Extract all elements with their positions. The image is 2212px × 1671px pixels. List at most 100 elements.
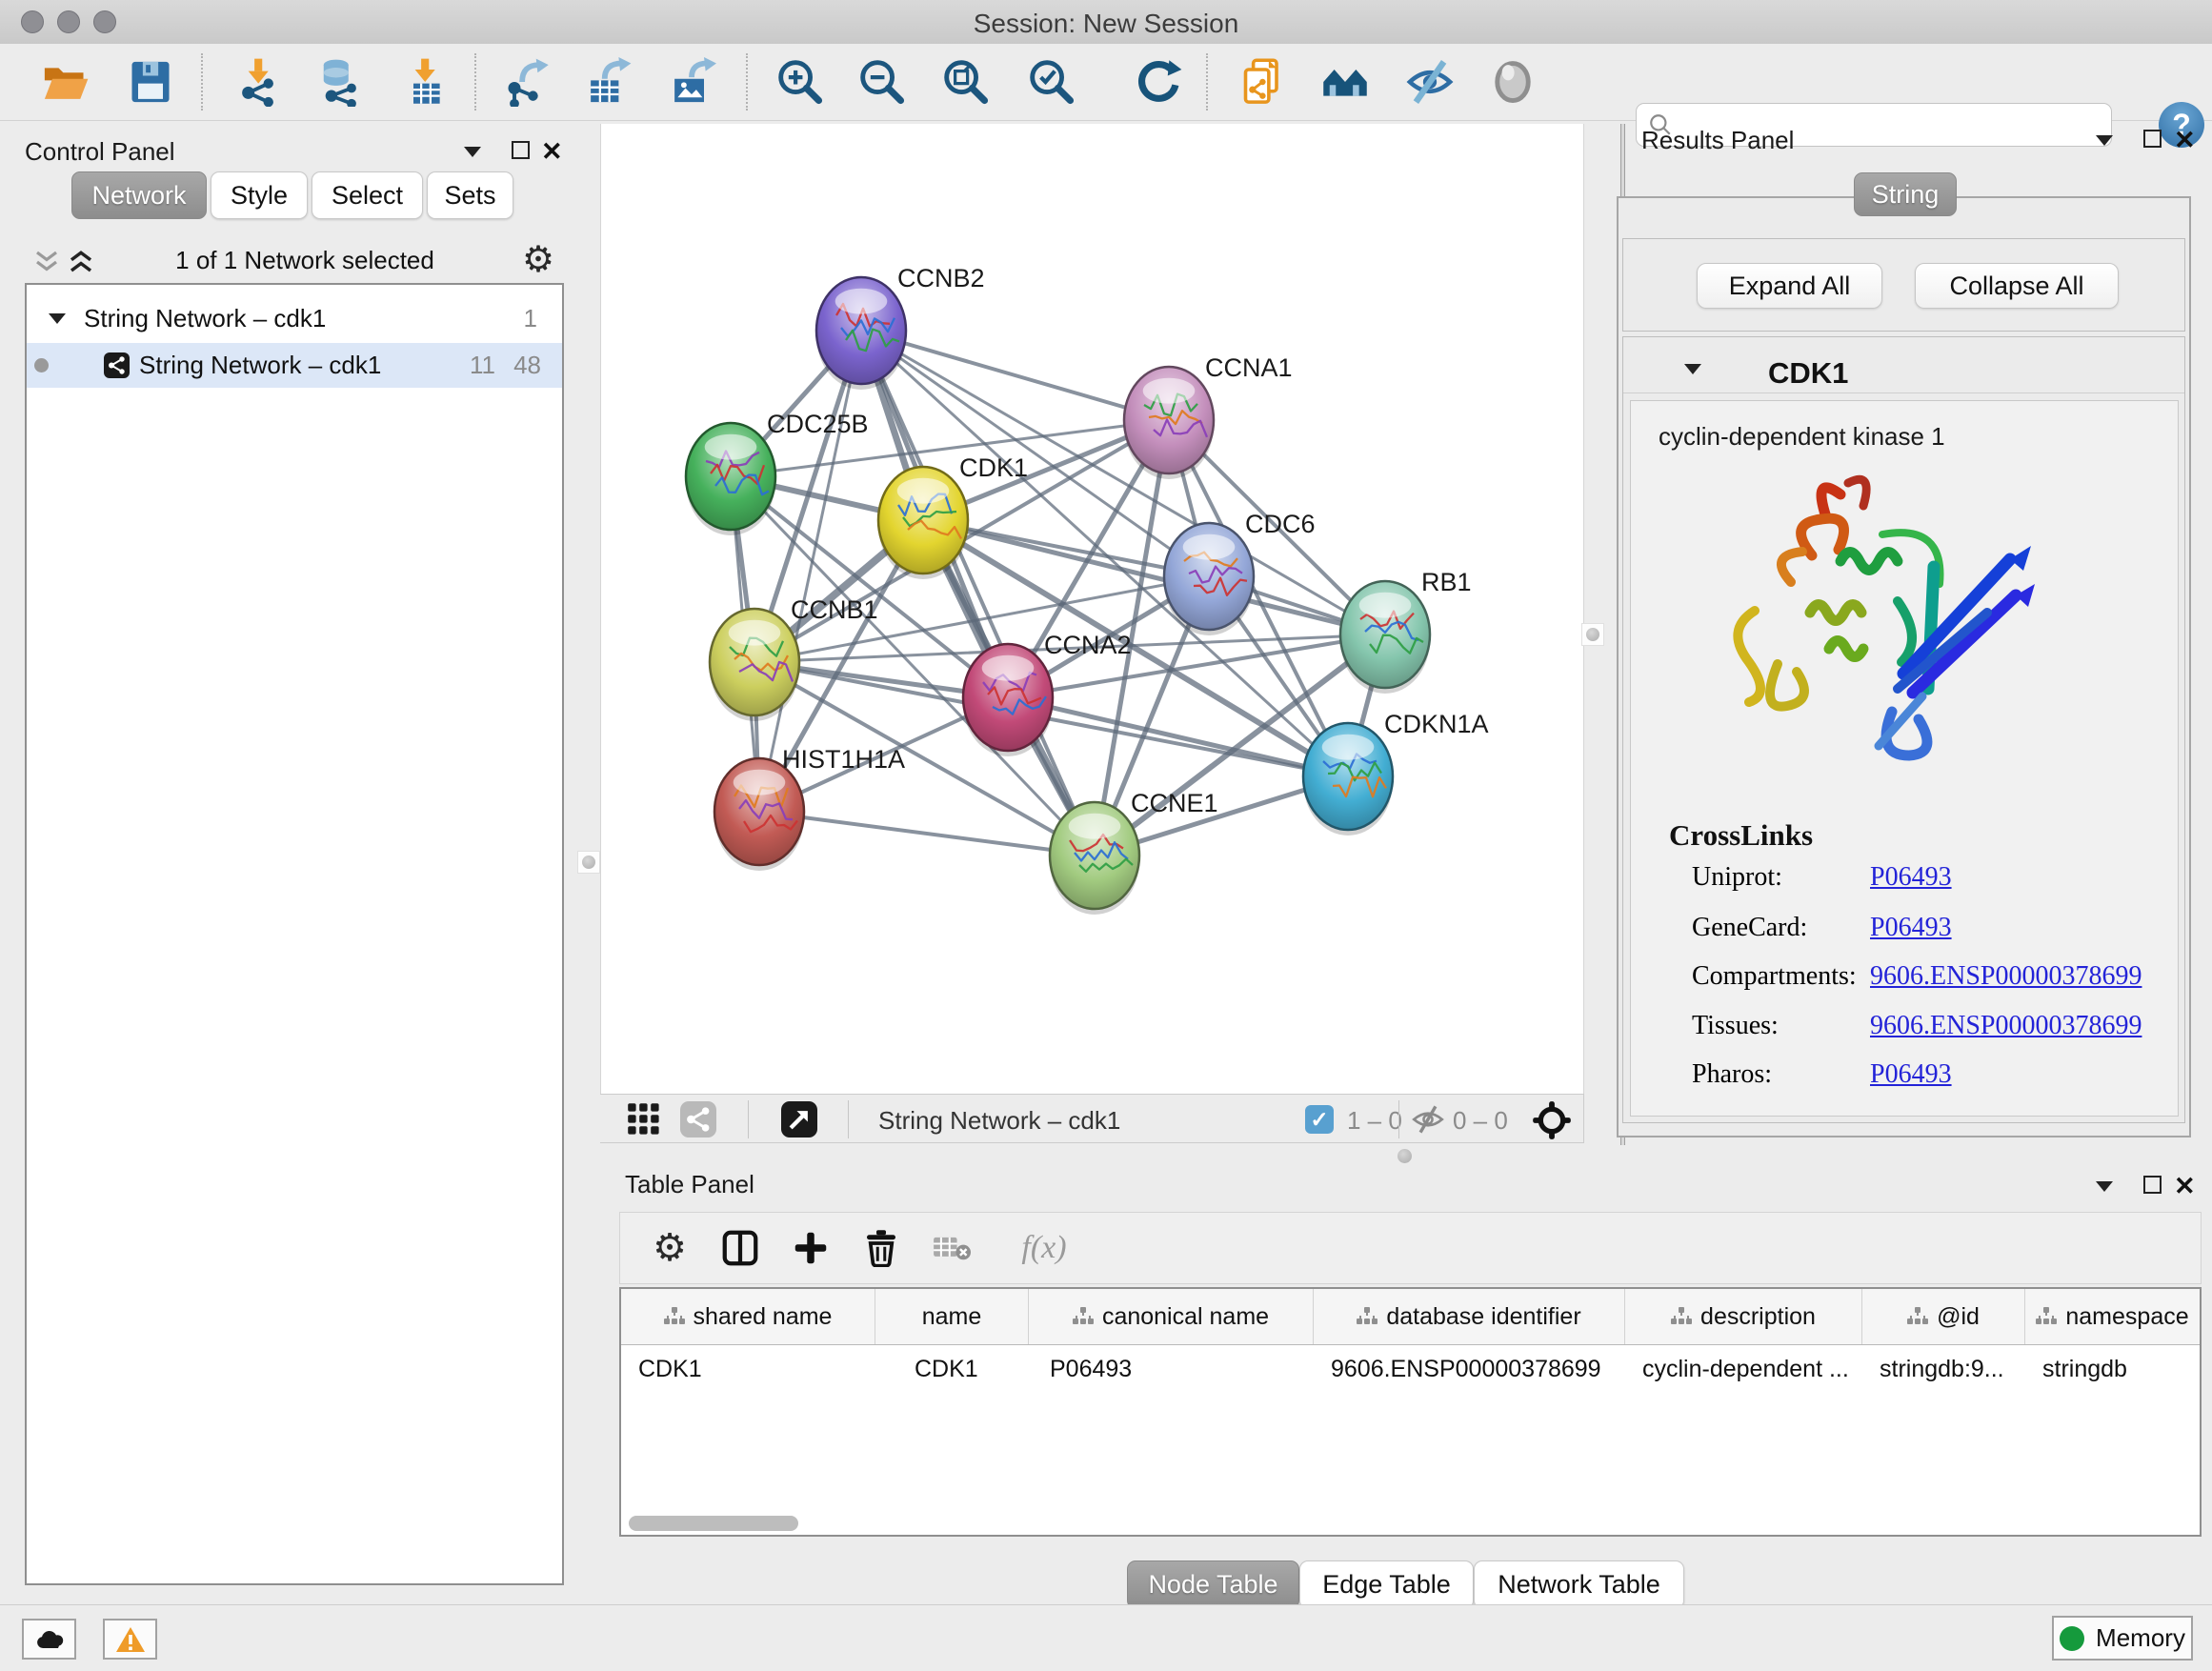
tab-sets[interactable]: Sets	[427, 171, 513, 219]
selected-nodes-checkbox[interactable]: ✓	[1305, 1105, 1334, 1134]
column-header-database-identifier[interactable]: database identifier	[1314, 1289, 1625, 1344]
node-CCNA2[interactable]: CCNA2	[963, 631, 1132, 756]
birdseye-toggle-icon[interactable]	[1532, 1100, 1572, 1140]
cloud-button[interactable]	[22, 1619, 76, 1660]
memory-button[interactable]: Memory	[2052, 1616, 2193, 1661]
column-header-name[interactable]: name	[875, 1289, 1029, 1344]
table-panel-float-icon[interactable]	[2143, 1176, 2162, 1194]
crosslink-link[interactable]: P06493	[1870, 913, 1952, 943]
node-label-CCNB2: CCNB2	[897, 264, 985, 292]
refresh-view-icon[interactable]	[1132, 55, 1185, 109]
table-panel-close-icon[interactable]: ✕	[2174, 1174, 2196, 1199]
crosslink-link[interactable]: 9606.ENSP00000378699	[1870, 1011, 2142, 1041]
zoom-in-icon[interactable]	[774, 55, 827, 109]
delete-column-icon[interactable]	[860, 1227, 902, 1269]
import-network-database-icon[interactable]	[312, 55, 366, 109]
crosslink-link[interactable]: P06493	[1870, 1059, 1952, 1090]
warnings-button[interactable]	[103, 1619, 157, 1660]
network-badge-icon[interactable]	[680, 1101, 716, 1137]
expand-all-button[interactable]: Expand All	[1697, 263, 1882, 309]
zoom-out-icon[interactable]	[855, 55, 909, 109]
gene-entry-collapse-icon[interactable]	[1684, 364, 1701, 374]
node-RB1[interactable]: RB1	[1340, 568, 1472, 694]
import-network-file-icon[interactable]	[232, 55, 286, 109]
tab-edge-table[interactable]: Edge Table	[1299, 1560, 1474, 1609]
node-CCNE1[interactable]: CCNE1	[1050, 789, 1218, 915]
column-header-canonical-name[interactable]: canonical name	[1029, 1289, 1314, 1344]
collapse-all-networks-icon[interactable]	[32, 250, 61, 274]
delete-table-icon[interactable]	[931, 1227, 973, 1269]
cell-id: stringdb:9...	[1862, 1356, 2025, 1383]
collection-expand-icon[interactable]	[49, 313, 66, 324]
grid-view-icon[interactable]	[627, 1102, 661, 1137]
node-CDC25B[interactable]: CDC25B	[686, 410, 869, 535]
results-panel-menu-icon[interactable]	[2096, 135, 2113, 146]
column-header-shared-name[interactable]: shared name	[621, 1289, 875, 1344]
node-CDC6[interactable]: CDC6	[1164, 510, 1316, 635]
export-table-icon[interactable]	[581, 55, 634, 109]
table-settings-gear-icon[interactable]: ⚙	[649, 1227, 691, 1269]
collection-label: String Network – cdk1	[84, 304, 326, 333]
network-row-selected[interactable]: String Network – cdk1 11 48	[27, 343, 562, 388]
column-header-namespace[interactable]: namespace	[2025, 1289, 2200, 1344]
control-panel-menu-icon[interactable]	[464, 147, 481, 157]
table-header-row: shared name name canonical name database…	[621, 1289, 2200, 1345]
network-options-gear-icon[interactable]: ⚙	[522, 238, 554, 281]
horizontal-scrollbar-thumb[interactable]	[629, 1516, 798, 1531]
tab-style[interactable]: Style	[211, 171, 308, 219]
save-session-icon[interactable]	[124, 55, 177, 109]
import-table-file-icon[interactable]	[399, 55, 452, 109]
show-columns-icon[interactable]	[719, 1227, 761, 1269]
selected-count: 1 – 0	[1347, 1106, 1402, 1136]
hide-selected-icon[interactable]	[1403, 55, 1457, 109]
memory-status-dot	[2060, 1626, 2084, 1651]
bottom-splitter-handle[interactable]	[1398, 1149, 1412, 1163]
footer-separator	[748, 1100, 749, 1138]
control-panel-close-icon[interactable]: ✕	[541, 139, 563, 165]
hidden-eye-icon	[1412, 1104, 1444, 1135]
table-panel-menu-icon[interactable]	[2096, 1181, 2113, 1192]
right-splitter-handle[interactable]	[1581, 623, 1604, 646]
export-network-icon[interactable]	[500, 55, 553, 109]
zoom-fit-icon[interactable]	[939, 55, 993, 109]
expand-all-networks-icon[interactable]	[67, 248, 95, 274]
results-panel-close-icon[interactable]: ✕	[2174, 128, 2196, 153]
crosslink-link[interactable]: P06493	[1870, 862, 1952, 893]
tab-network-table[interactable]: Network Table	[1474, 1560, 1684, 1609]
first-neighbors-icon[interactable]	[1318, 55, 1372, 109]
node-CCNB2[interactable]: CCNB2	[816, 264, 985, 390]
table-toolbar: ⚙ f(x)	[619, 1212, 2202, 1284]
create-column-icon[interactable]	[790, 1227, 832, 1269]
column-header-description[interactable]: description	[1625, 1289, 1862, 1344]
results-panel-float-icon[interactable]	[2143, 130, 2162, 148]
show-all-icon[interactable]	[1486, 55, 1539, 109]
tab-string[interactable]: String	[1854, 172, 1957, 216]
node-CDKN1A[interactable]: CDKN1A	[1303, 710, 1489, 836]
network-canvas[interactable]: CCNB2CCNA1CDC25BCDK1CDC6RB1CCNB1CCNA2CDK…	[600, 124, 1584, 1094]
column-header-id[interactable]: @id	[1862, 1289, 2025, 1344]
network-view-title: String Network – cdk1	[878, 1106, 1120, 1136]
open-session-icon[interactable]	[38, 55, 91, 109]
crosslink-label: Pharos:	[1692, 1059, 1772, 1090]
crosslink-link[interactable]: 9606.ENSP00000378699	[1870, 961, 2142, 992]
node-label-CCNE1: CCNE1	[1131, 789, 1218, 817]
network-collection-row[interactable]: String Network – cdk1 1	[27, 296, 562, 341]
tab-network[interactable]: Network	[71, 171, 207, 219]
clone-network-icon[interactable]	[1237, 55, 1291, 109]
collapse-all-button[interactable]: Collapse All	[1915, 263, 2119, 309]
node-HIST1H1A[interactable]: HIST1H1A	[714, 745, 905, 871]
function-builder-icon[interactable]: f(x)	[1001, 1227, 1087, 1269]
export-image-icon[interactable]	[665, 55, 718, 109]
tab-node-table[interactable]: Node Table	[1127, 1560, 1299, 1609]
gene-description: cyclin-dependent kinase 1	[1659, 422, 1945, 452]
zoom-selected-icon[interactable]	[1025, 55, 1078, 109]
crosslink-label: Compartments:	[1692, 961, 1857, 992]
table-row[interactable]: CDK1 CDK1 P06493 9606.ENSP00000378699 cy…	[621, 1345, 2200, 1393]
node-label-CDC6: CDC6	[1245, 510, 1316, 538]
node-label-CDC25B: CDC25B	[767, 410, 869, 438]
control-panel-float-icon[interactable]	[512, 141, 530, 159]
crosslink-label: Uniprot:	[1692, 862, 1782, 893]
birds-eye-view-icon[interactable]	[781, 1101, 817, 1137]
left-splitter-handle[interactable]	[577, 851, 600, 874]
tab-select[interactable]: Select	[312, 171, 423, 219]
